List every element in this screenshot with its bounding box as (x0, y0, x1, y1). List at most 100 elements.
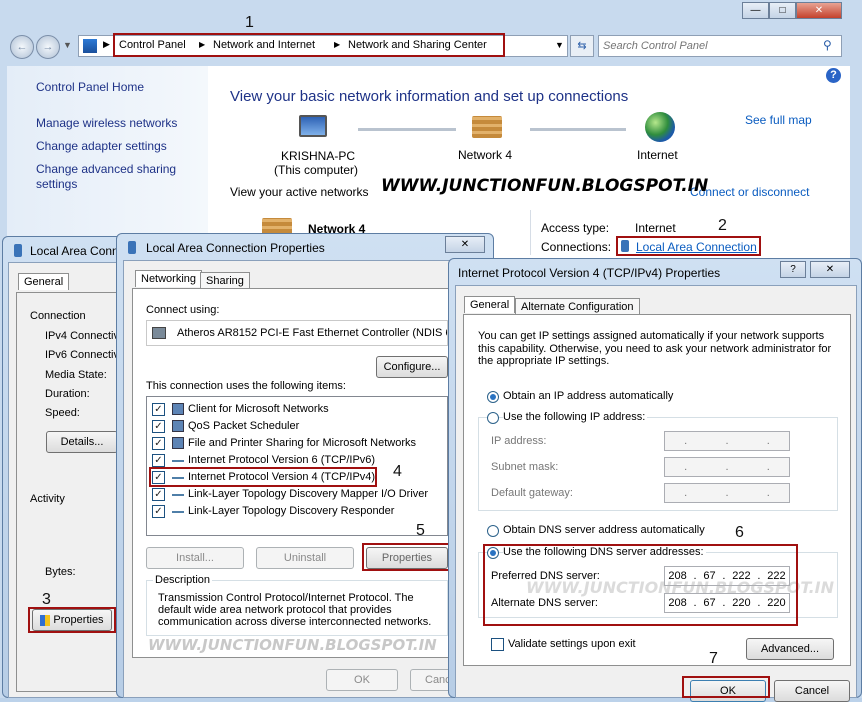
close-button[interactable]: ✕ (796, 2, 842, 19)
lac-window-icon (128, 241, 136, 254)
speed-label: Speed: (45, 407, 80, 419)
history-dropdown-icon[interactable]: ▼ (63, 40, 72, 50)
obtain-dns-auto-radio[interactable] (487, 525, 499, 537)
list-item-client-ms[interactable]: ✓ Client for Microsoft Networks (152, 402, 442, 417)
description-label: Description (153, 574, 213, 586)
internet-globe-icon[interactable] (645, 112, 675, 142)
breadcrumb-arrow-icon[interactable]: ▶ (103, 39, 110, 50)
item-checkbox[interactable]: ✓ (152, 488, 165, 501)
maximize-button[interactable]: □ (769, 2, 796, 19)
sidebar-item-adapter-settings[interactable]: Change adapter settings (36, 139, 167, 153)
map-connector (530, 128, 626, 131)
tab-general[interactable]: General (18, 273, 70, 290)
search-input[interactable] (603, 38, 813, 54)
step-4-label: 4 (393, 463, 402, 480)
activity-group-label: Activity (30, 493, 65, 505)
back-button[interactable]: ← (10, 35, 34, 59)
sidebar-home-link[interactable]: Control Panel Home (36, 80, 144, 94)
address-dropdown-icon[interactable]: ▼ (555, 40, 564, 50)
details-button[interactable]: Details... (46, 431, 118, 453)
network-adapter-icon (152, 327, 166, 339)
tab-ipv4-general[interactable]: General (464, 296, 516, 313)
adapter-name: Atheros AR8152 PCI-E Fast Ethernet Contr… (177, 327, 448, 339)
protocol-icon (172, 494, 184, 496)
explorer-watermark: WWW.JUNCTIONFUN.BLOGSPOT.IN (381, 176, 709, 196)
sidebar-item-manage-wireless[interactable]: Manage wireless networks (36, 116, 177, 130)
search-box[interactable]: ⚲ (598, 35, 842, 57)
default-gateway-field[interactable]: ... (664, 483, 790, 503)
media-state-label: Media State: (45, 369, 107, 381)
connect-using-label: Connect using: (146, 304, 220, 316)
internet-label: Internet (637, 148, 678, 162)
advanced-button[interactable]: Advanced... (746, 638, 834, 660)
protocol-icon (172, 460, 184, 462)
install-button[interactable]: Install... (146, 547, 244, 569)
step-5-label: 5 (416, 522, 425, 539)
list-item-lltd-mapper[interactable]: ✓ Link-Layer Topology Discovery Mapper I… (152, 487, 442, 502)
ipv4-cancel-button[interactable]: Cancel (774, 680, 850, 702)
see-full-map-link[interactable]: See full map (745, 113, 812, 127)
refresh-button[interactable]: ⇆ (570, 35, 594, 57)
step-6-highlight (483, 544, 798, 626)
item-label: Link-Layer Topology Discovery Responder (188, 505, 395, 517)
lac-close-button[interactable]: ✕ (445, 236, 485, 253)
page-title: View your basic network information and … (230, 88, 629, 105)
duration-label: Duration: (45, 388, 90, 400)
obtain-ip-auto-label[interactable]: Obtain an IP address automatically (503, 390, 673, 402)
step-4-highlight (149, 467, 377, 487)
item-checkbox[interactable]: ✓ (152, 403, 165, 416)
status-window-icon (14, 244, 22, 257)
help-icon[interactable]: ? (826, 68, 841, 83)
tab-alternate-config[interactable]: Alternate Configuration (515, 298, 640, 315)
obtain-dns-auto-label[interactable]: Obtain DNS server address automatically (503, 524, 705, 536)
item-checkbox[interactable]: ✓ (152, 437, 165, 450)
active-network-divider (530, 210, 531, 255)
ipv4-close-button[interactable]: ✕ (810, 261, 850, 278)
lac-ok-button[interactable]: OK (326, 669, 398, 691)
step-1-highlight (113, 33, 505, 57)
item-checkbox[interactable]: ✓ (152, 420, 165, 433)
use-following-ip-radio[interactable] (487, 412, 499, 424)
use-following-ip-label[interactable]: Use the following IP address: (503, 411, 648, 423)
step-3-highlight (28, 607, 116, 633)
computer-subtitle: (This computer) (274, 163, 359, 177)
list-item-file-printer[interactable]: ✓ File and Printer Sharing for Microsoft… (152, 436, 442, 451)
validate-label[interactable]: Validate settings upon exit (508, 638, 636, 650)
items-label: This connection uses the following items… (146, 380, 346, 392)
subnet-mask-field[interactable]: ... (664, 457, 790, 477)
item-checkbox[interactable]: ✓ (152, 454, 165, 467)
item-label: Link-Layer Topology Discovery Mapper I/O… (188, 488, 429, 500)
step-1-label: 1 (245, 14, 254, 31)
printer-sharing-icon (172, 437, 184, 449)
ipv6-connectivity-label: IPv6 Connectivi (45, 349, 122, 361)
sidebar-item-advanced-sharing[interactable]: Change advanced sharing settings (36, 162, 196, 192)
network-bench-icon[interactable] (472, 116, 502, 138)
computer-name: KRISHNA-PC (281, 149, 356, 163)
ipv4-intro-text: You can get IP settings assigned automat… (478, 330, 832, 367)
item-label: Client for Microsoft Networks (188, 403, 329, 415)
forward-button[interactable]: → (36, 35, 60, 59)
tab-networking[interactable]: Networking (135, 270, 203, 287)
access-type-label: Access type: (541, 221, 610, 235)
configure-button[interactable]: Configure... (376, 356, 448, 378)
ipv4-window-title: Internet Protocol Version 4 (TCP/IPv4) P… (458, 266, 721, 280)
item-checkbox[interactable]: ✓ (152, 505, 165, 518)
uninstall-button[interactable]: Uninstall (256, 547, 354, 569)
computer-icon[interactable] (299, 115, 327, 137)
lac-watermark: WWW.JUNCTIONFUN.BLOGSPOT.IN (148, 636, 437, 654)
default-gateway-label: Default gateway: (491, 487, 573, 499)
connection-group-label: Connection (30, 310, 86, 322)
validate-checkbox[interactable] (491, 638, 504, 651)
obtain-ip-auto-radio[interactable] (487, 391, 499, 403)
bytes-label: Bytes: (45, 566, 76, 578)
list-item-lltd-responder[interactable]: ✓ Link-Layer Topology Discovery Responde… (152, 504, 442, 519)
minimize-button[interactable]: — (742, 2, 769, 19)
ipv4-help-button[interactable]: ? (780, 261, 806, 278)
ip-address-field[interactable]: ... (664, 431, 790, 451)
search-icon[interactable]: ⚲ (823, 38, 832, 52)
step-5-highlight (362, 543, 452, 571)
tab-sharing[interactable]: Sharing (200, 272, 250, 289)
network-name: Network 4 (458, 148, 513, 162)
list-item-qos[interactable]: ✓ QoS Packet Scheduler (152, 419, 442, 434)
control-panel-icon (83, 39, 97, 53)
